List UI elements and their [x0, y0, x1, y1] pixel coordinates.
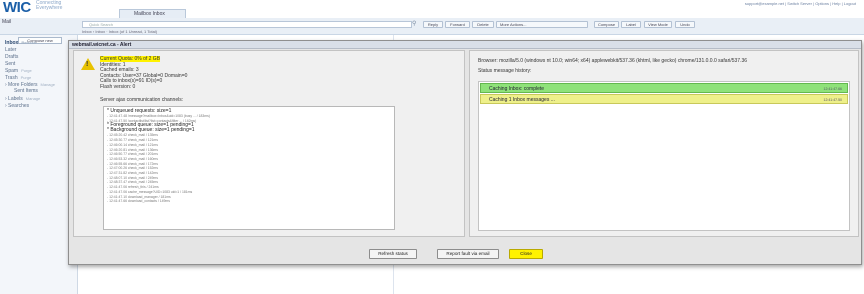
sidebar-item-trash[interactable]: Trash Purge	[5, 75, 31, 81]
sidebar: Compose new Inbox Refresh Later Drafts Se…	[0, 35, 78, 294]
status-row-text: Caching 1 Inbox messages ...	[489, 97, 555, 103]
forward-button[interactable]: Forward	[445, 21, 470, 28]
status-history-list[interactable]: Caching Inbox: complete 12:41:47.66 Cach…	[478, 81, 850, 231]
browser-info: Browser: mozilla/5.0 (windows nt 10.0; w…	[478, 58, 748, 64]
dialog-title[interactable]: webmail.wicnet.ca - Alert	[69, 41, 861, 49]
label-button[interactable]: Label	[621, 21, 641, 28]
view-mode-button[interactable]: View Mode	[644, 21, 672, 28]
header-left-label: Mail	[2, 19, 12, 25]
sidebar-item-inbox[interactable]: Inbox Refresh	[5, 40, 36, 46]
server-ajax-label: Server ajax communication channels:	[100, 97, 184, 103]
folder-label: Later	[5, 47, 17, 53]
sidebar-item-later[interactable]: Later	[5, 47, 16, 53]
close-button[interactable]: Close	[509, 249, 543, 259]
search-icon[interactable]: ⚲	[412, 21, 416, 28]
flash-version-line: Flash version: 0	[100, 83, 136, 90]
folder-action[interactable]: Manage	[41, 82, 55, 87]
log-line: - 12:41:47.66 download_contacts / 149ms	[107, 199, 170, 204]
delete-button[interactable]: Delete	[472, 21, 494, 28]
alert-dialog: webmail.wicnet.ca - Alert ! Current Quot…	[68, 40, 862, 265]
folder-label: Drafts	[5, 54, 19, 60]
status-row-time: 12:41:47.66	[823, 87, 843, 91]
top-links[interactable]: support@example.net | Switch Server | Op…	[745, 1, 856, 6]
sidebar-item-sent-items[interactable]: Sent Items	[14, 88, 38, 94]
sidebar-item-sent[interactable]: Sent	[5, 61, 15, 67]
warning-icon-mark: !	[86, 61, 89, 68]
folder-action[interactable]: Purge	[21, 75, 32, 80]
more-actions-select[interactable]: More Actions...	[496, 21, 588, 28]
folder-label: › Searches	[5, 103, 30, 109]
folder-label: Inbox	[5, 40, 19, 46]
history-label: Status message history:	[478, 68, 532, 74]
tab-mailbox[interactable]: Mailbox Inbox	[119, 9, 186, 18]
app-logo[interactable]: WIC	[3, 0, 31, 16]
sidebar-item-spam[interactable]: Spam Purge	[5, 68, 32, 74]
folder-label: Sent Items	[14, 88, 38, 94]
status-row: Caching Inbox: complete 12:41:47.66	[480, 83, 848, 93]
folder-label: Sent	[5, 61, 16, 67]
reply-button[interactable]: Reply	[423, 21, 443, 28]
folder-action[interactable]: Manage	[26, 96, 40, 101]
folder-action[interactable]: Purge	[21, 68, 32, 73]
sidebar-item-drafts[interactable]: Drafts	[5, 54, 18, 60]
breadcrumb: Inbox › Inbox · Inbox (of 1 Unread, 1 To…	[82, 29, 158, 34]
sidebar-item-searches[interactable]: › Searches	[5, 103, 29, 109]
logo-tagline: Connecting Everywhere	[36, 1, 62, 11]
folder-label: › Labels	[5, 96, 23, 102]
sidebar-item-labels[interactable]: › Labels Manage	[5, 96, 40, 102]
compose-toolbar-button[interactable]: Compose	[594, 21, 619, 28]
account-info: Current Quota: 0% of 2 GB Identities: 1 …	[100, 56, 187, 91]
logo-tagline-line-2: Everywhere	[36, 5, 63, 11]
search-input[interactable]: Quick Search	[82, 21, 412, 28]
status-row-time: 12:41:47.50	[823, 98, 843, 102]
folder-label: Spam	[5, 68, 19, 74]
status-panel: Browser: mozilla/5.0 (windows nt 10.0; w…	[469, 50, 859, 237]
diagnostics-panel: ! Current Quota: 0% of 2 GB Identities: …	[73, 50, 465, 237]
report-fault-button[interactable]: Report fault via email	[437, 249, 499, 259]
status-row: Caching 1 Inbox messages ... 12:41:47.50	[480, 94, 848, 104]
folder-action[interactable]: Refresh	[21, 40, 36, 45]
status-row-text: Caching Inbox: complete	[489, 86, 545, 92]
undo-button[interactable]: Undo	[675, 21, 695, 28]
refresh-status-button[interactable]: Refresh status	[369, 249, 417, 259]
folder-label: Trash	[5, 75, 18, 81]
ajax-log-box[interactable]: * Unqueued requests: size=1 - 12:41:47.4…	[103, 106, 395, 230]
